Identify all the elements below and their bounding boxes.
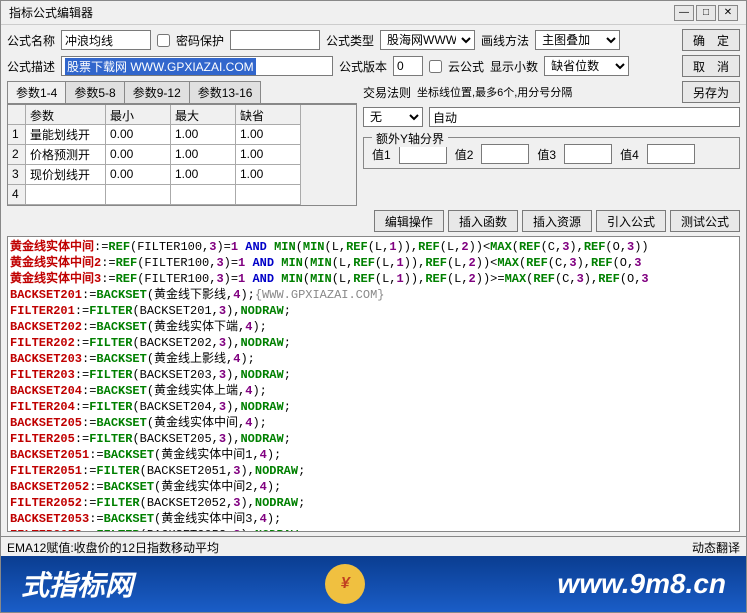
- version-label: 公式版本: [339, 58, 387, 75]
- param-input[interactable]: [110, 187, 166, 201]
- param-tabs: 参数1-4 参数5-8 参数9-12 参数13-16: [7, 81, 357, 103]
- import-formula-button[interactable]: 引入公式: [596, 210, 666, 232]
- watermark-left: 式指标网: [21, 564, 133, 604]
- param-input[interactable]: [30, 127, 101, 141]
- draw-method-select[interactable]: 主图叠加: [535, 30, 620, 50]
- maximize-button[interactable]: □: [696, 5, 716, 21]
- coord-input[interactable]: [429, 107, 740, 127]
- code-editor[interactable]: 黄金线实体中间:=REF(FILTER100,3)=1 AND MIN(MIN(…: [7, 236, 740, 532]
- insert-res-button[interactable]: 插入资源: [522, 210, 592, 232]
- minimize-button[interactable]: —: [674, 5, 694, 21]
- tab-params-5-8[interactable]: 参数5-8: [65, 81, 124, 103]
- tab-params-1-4[interactable]: 参数1-4: [7, 81, 66, 103]
- titlebar: 指标公式编辑器 — □ ✕: [1, 1, 746, 25]
- cancel-button[interactable]: 取 消: [682, 55, 740, 77]
- watermark-logo-icon: ¥: [325, 564, 365, 604]
- password-input[interactable]: [230, 30, 320, 50]
- extra-y-title: 额外Y轴分界: [372, 130, 448, 147]
- param-input[interactable]: [30, 187, 101, 201]
- decimal-select[interactable]: 缺省位数: [544, 56, 629, 76]
- param-input[interactable]: [175, 127, 231, 141]
- formula-editor-window: 指标公式编辑器 — □ ✕ 公式名称 密码保护 公式类型 股海网WWW.GU 画…: [0, 0, 747, 613]
- coord-hint: 坐标线位置,最多6个,用分号分隔: [417, 84, 572, 100]
- param-input[interactable]: [30, 167, 101, 181]
- val3-input[interactable]: [564, 144, 612, 164]
- val2-input[interactable]: [481, 144, 529, 164]
- tab-params-13-16[interactable]: 参数13-16: [189, 81, 262, 103]
- param-input[interactable]: [175, 167, 231, 181]
- param-grid: 参数最小最大缺省1234: [8, 104, 356, 205]
- val1-label: 值1: [372, 146, 391, 163]
- param-input[interactable]: [175, 187, 231, 201]
- param-input[interactable]: [240, 147, 296, 161]
- decimal-label: 显示小数: [490, 58, 538, 75]
- formula-desc-input[interactable]: 股票下载网 WWW.GPXIAZAI.COM: [61, 56, 333, 76]
- insert-func-button[interactable]: 插入函数: [448, 210, 518, 232]
- param-input[interactable]: [110, 167, 166, 181]
- password-label: 密码保护: [176, 32, 224, 49]
- test-formula-button[interactable]: 测试公式: [670, 210, 740, 232]
- formula-type-label: 公式类型: [326, 32, 374, 49]
- val3-label: 值3: [537, 146, 556, 163]
- param-input[interactable]: [110, 147, 166, 161]
- formula-name-input[interactable]: [61, 30, 151, 50]
- password-checkbox[interactable]: [157, 34, 170, 47]
- trade-rule-label: 交易法则: [363, 84, 411, 101]
- cloud-checkbox[interactable]: [429, 60, 442, 73]
- cloud-label: 云公式: [448, 58, 484, 75]
- param-input[interactable]: [110, 127, 166, 141]
- draw-method-label: 画线方法: [481, 32, 529, 49]
- param-input[interactable]: [30, 147, 101, 161]
- save-as-button[interactable]: 另存为: [682, 81, 740, 103]
- formula-name-label: 公式名称: [7, 32, 55, 49]
- param-input[interactable]: [240, 167, 296, 181]
- formula-desc-label: 公式描述: [7, 58, 55, 75]
- edit-ops-button[interactable]: 编辑操作: [374, 210, 444, 232]
- close-button[interactable]: ✕: [718, 5, 738, 21]
- version-input[interactable]: [393, 56, 423, 76]
- extra-y-group: 额外Y轴分界 值1 值2 值3 值4: [363, 137, 740, 169]
- watermark: 式指标网 ¥ www.9m8.cn: [1, 556, 746, 612]
- val4-input[interactable]: [647, 144, 695, 164]
- val4-label: 值4: [620, 146, 639, 163]
- param-input[interactable]: [240, 127, 296, 141]
- formula-type-select[interactable]: 股海网WWW.GU: [380, 30, 475, 50]
- val2-label: 值2: [455, 146, 474, 163]
- status-left: EMA12赋值:收盘价的12日指数移动平均: [7, 539, 219, 554]
- param-input[interactable]: [240, 187, 296, 201]
- ok-button[interactable]: 确 定: [682, 29, 740, 51]
- watermark-right: www.9m8.cn: [557, 568, 726, 600]
- param-input[interactable]: [175, 147, 231, 161]
- status-right: 动态翻译: [692, 539, 740, 554]
- tab-params-9-12[interactable]: 参数9-12: [124, 81, 190, 103]
- trade-rule-select[interactable]: 无: [363, 107, 423, 127]
- val1-input[interactable]: [399, 144, 447, 164]
- window-title: 指标公式编辑器: [9, 4, 93, 21]
